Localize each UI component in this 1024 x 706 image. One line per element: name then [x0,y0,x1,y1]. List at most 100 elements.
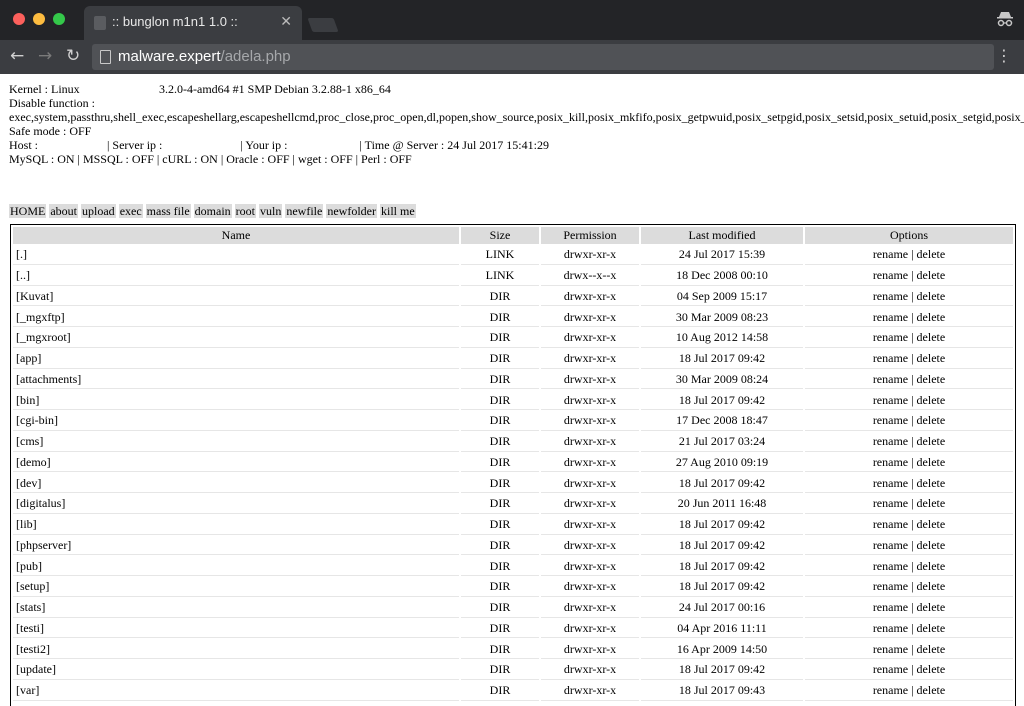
file-permission[interactable]: drwxr-xr-x [541,308,639,327]
menu-vuln[interactable]: vuln [259,204,283,218]
delete-link[interactable]: delete [917,662,946,676]
rename-link[interactable]: rename [873,662,908,676]
delete-link[interactable]: delete [917,600,946,614]
file-permission[interactable]: drwxr-xr-x [541,350,639,369]
rename-link[interactable]: rename [873,268,908,282]
menu-root[interactable]: root [234,204,257,218]
file-permission[interactable]: drwxr-xr-x [541,474,639,493]
rename-link[interactable]: rename [873,413,908,427]
file-permission[interactable]: drwxr-xr-x [541,371,639,390]
delete-link[interactable]: delete [917,683,946,697]
rename-link[interactable]: rename [873,434,908,448]
rename-link[interactable]: rename [873,455,908,469]
rename-link[interactable]: rename [873,289,908,303]
file-permission[interactable]: drwxr-xr-x [541,516,639,535]
file-permission[interactable]: drwxr-xr-x [541,433,639,452]
file-permission[interactable]: drwxr-xr-x [541,661,639,680]
delete-link[interactable]: delete [917,476,946,490]
back-arrow-icon[interactable]: ← [10,46,24,66]
minimize-window-button[interactable] [33,13,45,25]
file-name[interactable]: [digitalus] [13,495,459,514]
delete-link[interactable]: delete [917,268,946,282]
rename-link[interactable]: rename [873,496,908,510]
file-permission[interactable]: drwxr-xr-x [541,391,639,410]
delete-link[interactable]: delete [917,372,946,386]
file-name[interactable]: [testi2] [13,640,459,659]
new-tab-button[interactable] [307,18,339,32]
file-name[interactable]: [lib] [13,516,459,535]
file-permission[interactable]: drwxr-xr-x [541,640,639,659]
delete-link[interactable]: delete [917,310,946,324]
delete-link[interactable]: delete [917,496,946,510]
menu-kill-me[interactable]: kill me [380,204,416,218]
file-name[interactable]: [cms] [13,433,459,452]
file-name[interactable]: [attachments] [13,371,459,390]
close-tab-icon[interactable]: ✕ [280,13,292,30]
rename-link[interactable]: rename [873,559,908,573]
delete-link[interactable]: delete [917,413,946,427]
rename-link[interactable]: rename [873,683,908,697]
file-permission[interactable]: drwxr-xr-x [541,454,639,473]
delete-link[interactable]: delete [917,455,946,469]
file-permission[interactable]: drwxr-xr-x [541,599,639,618]
rename-link[interactable]: rename [873,642,908,656]
delete-link[interactable]: delete [917,351,946,365]
file-permission[interactable]: drwxr-xr-x [541,620,639,639]
menu-exec[interactable]: exec [118,204,143,218]
rename-link[interactable]: rename [873,476,908,490]
file-name[interactable]: [var] [13,682,459,701]
file-name[interactable]: [demo] [13,454,459,473]
rename-link[interactable]: rename [873,621,908,635]
menu-mass-file[interactable]: mass file [145,204,191,218]
file-name[interactable]: [vendor] [13,703,459,706]
rename-link[interactable]: rename [873,393,908,407]
rename-link[interactable]: rename [873,310,908,324]
delete-link[interactable]: delete [917,289,946,303]
file-name[interactable]: [phpserver] [13,537,459,556]
file-name[interactable]: [app] [13,350,459,369]
file-name[interactable]: [testi] [13,620,459,639]
rename-link[interactable]: rename [873,351,908,365]
file-name[interactable]: [stats] [13,599,459,618]
file-permission[interactable]: drwxr-xr-x [541,495,639,514]
file-name[interactable]: [Kuvat] [13,288,459,307]
file-name[interactable]: [_mgxftp] [13,308,459,327]
file-permission[interactable]: drwxr-xr-x [541,682,639,701]
menu-domain[interactable]: domain [193,204,232,218]
delete-link[interactable]: delete [917,642,946,656]
file-name[interactable]: [.] [13,246,459,265]
file-name[interactable]: [dev] [13,474,459,493]
rename-link[interactable]: rename [873,330,908,344]
file-name[interactable]: [_mgxroot] [13,329,459,348]
reload-icon[interactable]: ↻ [66,46,80,66]
file-name[interactable]: [bin] [13,391,459,410]
menu-upload[interactable]: upload [81,204,116,218]
delete-link[interactable]: delete [917,538,946,552]
url-text[interactable]: malware.expert/adela.php [118,48,291,65]
file-permission[interactable]: drwx--x--x [541,267,639,286]
file-permission[interactable]: drwxr-xr-x [541,557,639,576]
address-bar[interactable]: malware.expert/adela.php [92,44,994,70]
file-permission[interactable]: drwxr-xr-x [541,537,639,556]
rename-link[interactable]: rename [873,517,908,531]
forward-arrow-icon[interactable]: → [38,46,52,66]
file-name[interactable]: [setup] [13,578,459,597]
maximize-window-button[interactable] [53,13,65,25]
menu-newfolder[interactable]: newfolder [326,204,377,218]
delete-link[interactable]: delete [917,330,946,344]
rename-link[interactable]: rename [873,579,908,593]
delete-link[interactable]: delete [917,559,946,573]
delete-link[interactable]: delete [917,393,946,407]
file-permission[interactable]: drwxr-xr-x [541,288,639,307]
file-name[interactable]: [..] [13,267,459,286]
file-name[interactable]: [cgi-bin] [13,412,459,431]
menu-about[interactable]: about [49,204,79,218]
rename-link[interactable]: rename [873,600,908,614]
rename-link[interactable]: rename [873,538,908,552]
file-permission[interactable]: drwxr-xr-x [541,246,639,265]
file-name[interactable]: [update] [13,661,459,680]
page-info-icon[interactable] [100,50,111,64]
file-permission[interactable]: drwxr-xr-x [541,329,639,348]
delete-link[interactable]: delete [917,434,946,448]
delete-link[interactable]: delete [917,579,946,593]
